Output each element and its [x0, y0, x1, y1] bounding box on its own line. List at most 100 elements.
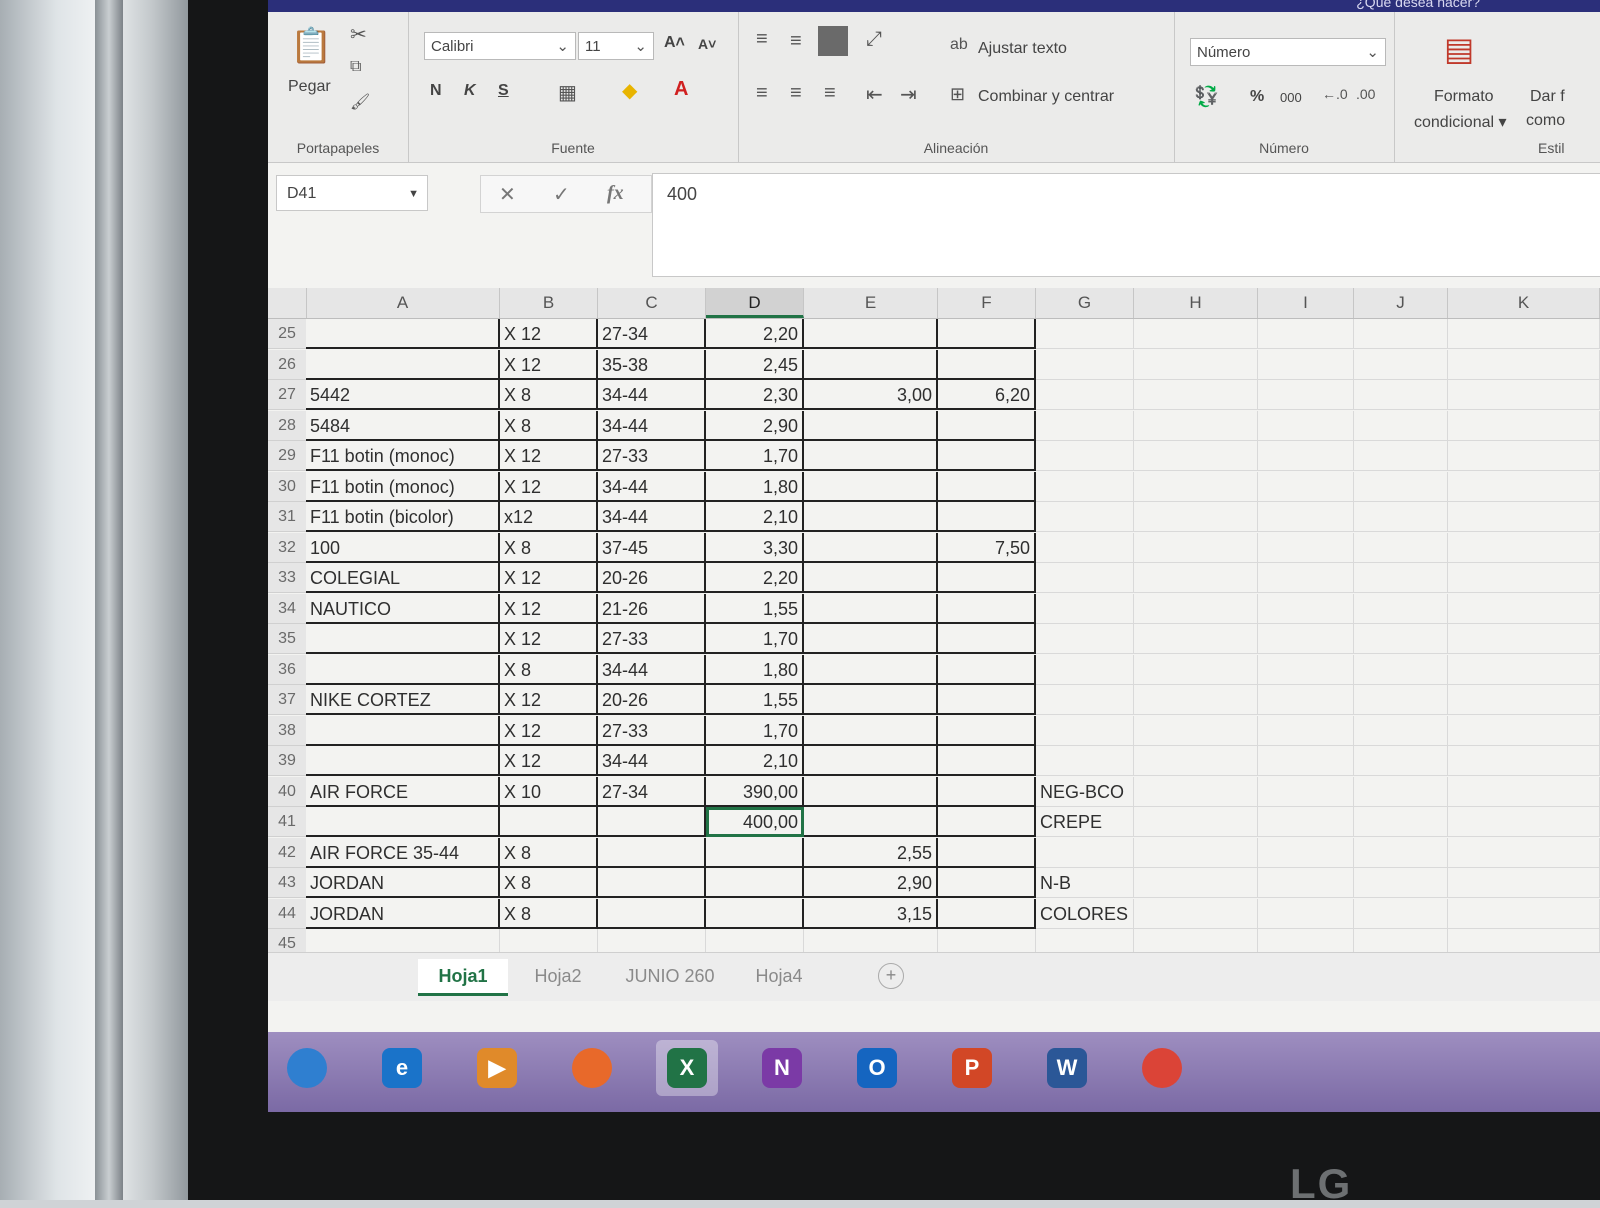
format-painter-icon[interactable]: 🖌 [350, 92, 370, 112]
cell-f41[interactable] [938, 807, 1036, 837]
cell-f38[interactable] [938, 715, 1036, 746]
row-header[interactable]: 25 [268, 319, 306, 349]
cell-a38[interactable] [306, 715, 500, 746]
cell-i36[interactable] [1258, 654, 1354, 685]
add-sheet-button[interactable]: + [878, 963, 904, 989]
cell-e43[interactable]: 2,90 [804, 868, 938, 898]
select-all-corner[interactable] [268, 288, 307, 318]
row-header[interactable]: 35 [268, 624, 306, 654]
cell-j41[interactable] [1354, 807, 1448, 837]
cell-d44[interactable] [706, 898, 804, 929]
cell-a32[interactable]: 100 [306, 532, 500, 563]
cell-c27[interactable]: 34-44 [598, 380, 706, 410]
cell-c34[interactable]: 21-26 [598, 593, 706, 624]
row-header[interactable]: 33 [268, 563, 306, 593]
cell-f25[interactable] [938, 319, 1036, 349]
wrap-text-button[interactable]: Ajustar texto [978, 40, 1067, 58]
cell-g40[interactable]: NEG-BCO [1036, 776, 1134, 807]
cell-k35[interactable] [1448, 624, 1600, 654]
cell-f37[interactable] [938, 685, 1036, 715]
cell-f31[interactable] [938, 502, 1036, 532]
cell-j36[interactable] [1354, 654, 1448, 685]
row-header[interactable]: 26 [268, 349, 306, 380]
cell-a40[interactable]: AIR FORCE [306, 776, 500, 807]
cell-k38[interactable] [1448, 715, 1600, 746]
cell-h42[interactable] [1134, 837, 1258, 868]
cell-g33[interactable] [1036, 563, 1134, 593]
cell-h44[interactable] [1134, 898, 1258, 929]
bold-button[interactable]: N [430, 82, 442, 100]
cell-h34[interactable] [1134, 593, 1258, 624]
cell-g32[interactable] [1036, 532, 1134, 563]
cell-b41[interactable] [500, 807, 598, 837]
cell-g25[interactable] [1036, 319, 1134, 349]
cell-f28[interactable] [938, 410, 1036, 441]
cell-i28[interactable] [1258, 410, 1354, 441]
cell-d42[interactable] [706, 837, 804, 868]
cell-a29[interactable]: F11 botin (monoc) [306, 441, 500, 471]
cell-b43[interactable]: X 8 [500, 868, 598, 898]
sheet-tab-3[interactable]: JUNIO 260 [608, 959, 732, 993]
cell-g38[interactable] [1036, 715, 1134, 746]
thousands-button[interactable]: 000 [1280, 90, 1302, 105]
column-header-f[interactable]: F [938, 288, 1036, 318]
cell-b27[interactable]: X 8 [500, 380, 598, 410]
cell-d34[interactable]: 1,55 [706, 593, 804, 624]
cell-h37[interactable] [1134, 685, 1258, 715]
column-header-g[interactable]: G [1036, 288, 1134, 318]
cell-c35[interactable]: 27-33 [598, 624, 706, 654]
cell-h29[interactable] [1134, 441, 1258, 471]
column-header-h[interactable]: H [1134, 288, 1258, 318]
row-header[interactable]: 44 [268, 898, 306, 929]
cell-e26[interactable] [804, 349, 938, 380]
cell-g26[interactable] [1036, 349, 1134, 380]
cell-k41[interactable] [1448, 807, 1600, 837]
cell-d37[interactable]: 1,55 [706, 685, 804, 715]
cell-e33[interactable] [804, 563, 938, 593]
row-header[interactable]: 42 [268, 837, 306, 868]
cell-e42[interactable]: 2,55 [804, 837, 938, 868]
cell-g42[interactable] [1036, 837, 1134, 868]
cell-f40[interactable] [938, 776, 1036, 807]
borders-icon[interactable]: ▦ [558, 80, 577, 105]
cell-b39[interactable]: X 12 [500, 746, 598, 776]
cell-a33[interactable]: COLEGIAL [306, 563, 500, 593]
cell-h32[interactable] [1134, 532, 1258, 563]
cell-f27[interactable]: 6,20 [938, 380, 1036, 410]
cell-c38[interactable]: 27-33 [598, 715, 706, 746]
cell-f44[interactable] [938, 898, 1036, 929]
column-header-j[interactable]: J [1354, 288, 1448, 318]
cell-c37[interactable]: 20-26 [598, 685, 706, 715]
cell-e34[interactable] [804, 593, 938, 624]
cell-j29[interactable] [1354, 441, 1448, 471]
cell-b31[interactable]: x12 [500, 502, 598, 532]
paste-icon[interactable]: 📋 [290, 26, 332, 66]
chrome-icon[interactable] [1131, 1040, 1193, 1096]
cell-i43[interactable] [1258, 868, 1354, 898]
row-header[interactable]: 30 [268, 471, 306, 502]
cell-g37[interactable] [1036, 685, 1134, 715]
cell-i30[interactable] [1258, 471, 1354, 502]
cell-e31[interactable] [804, 502, 938, 532]
tell-me-box[interactable]: ¿Qué desea hacer? [1356, 0, 1480, 10]
cell-a27[interactable]: 5442 [306, 380, 500, 410]
cell-j34[interactable] [1354, 593, 1448, 624]
currency-icon[interactable]: 💱 [1194, 84, 1219, 109]
align-center-icon[interactable]: ≡ [790, 82, 802, 105]
cell-k27[interactable] [1448, 380, 1600, 410]
cell-h30[interactable] [1134, 471, 1258, 502]
cell-k42[interactable] [1448, 837, 1600, 868]
align-bottom-icon[interactable]: ■ [818, 26, 848, 56]
format-as-table-label-2[interactable]: como [1526, 112, 1565, 130]
cell-g35[interactable] [1036, 624, 1134, 654]
cell-g31[interactable] [1036, 502, 1134, 532]
cell-k33[interactable] [1448, 563, 1600, 593]
font-color-icon[interactable]: A [674, 78, 688, 101]
cell-c33[interactable]: 20-26 [598, 563, 706, 593]
cell-c39[interactable]: 34-44 [598, 746, 706, 776]
row-header[interactable]: 36 [268, 654, 306, 685]
cell-a35[interactable] [306, 624, 500, 654]
cell-i26[interactable] [1258, 349, 1354, 380]
cell-d27[interactable]: 2,30 [706, 380, 804, 410]
cell-j30[interactable] [1354, 471, 1448, 502]
